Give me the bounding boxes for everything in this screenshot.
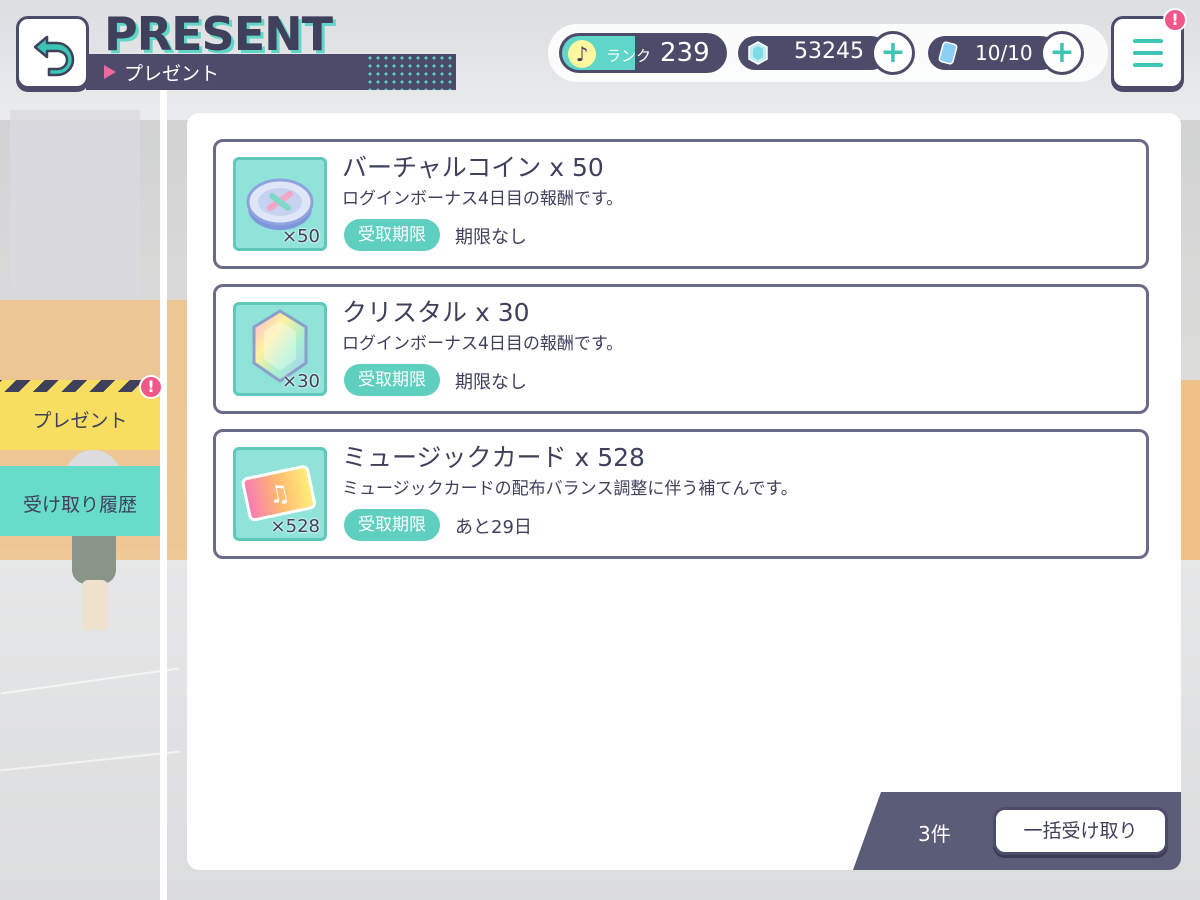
item-name: ミュージックカード x 528 [342, 443, 645, 472]
item-description: ミュージックカードの配布バランス調整に伴う補てんです。 [342, 479, 798, 499]
tab-history[interactable]: 受け取り履歴 [0, 466, 160, 536]
expiry-badge: 受取期限 [344, 509, 440, 541]
expiry-badge: 受取期限 [344, 364, 440, 396]
triangle-icon [104, 65, 116, 79]
live-bonus-icon [938, 41, 958, 65]
menu-alert-badge: ! [1163, 8, 1187, 32]
item-thumbnail: ×30 [233, 302, 327, 396]
tab-present[interactable]: プレゼント [0, 380, 160, 450]
item-thumbnail: ×50 [233, 157, 327, 251]
item-thumbnail: ♫ ×528 [233, 447, 327, 541]
item-description: ログインボーナス4日目の報酬です。 [342, 334, 624, 354]
stamina-counter: 10/10 [928, 36, 1058, 70]
present-count: 3件 [918, 822, 951, 846]
expiry-value: あと29日 [455, 517, 532, 538]
present-item[interactable]: ×50 バーチャルコイン x 50 ログインボーナス4日目の報酬です。 受取期限… [213, 139, 1149, 269]
tab-history-label: 受け取り履歴 [22, 494, 137, 516]
present-item[interactable]: ×30 クリスタル x 30 ログインボーナス4日目の報酬です。 受取期限 期限… [213, 284, 1149, 414]
music-note-icon: ♪ [568, 40, 596, 68]
item-quantity: ×30 [282, 371, 320, 392]
add-crystal-button[interactable]: + [871, 31, 915, 75]
add-stamina-button[interactable]: + [1040, 31, 1084, 75]
item-name: バーチャルコイン x 50 [342, 153, 604, 182]
present-alert-badge: ! [139, 375, 163, 399]
page-subtitle: プレゼント [124, 63, 220, 85]
crystal-icon [748, 41, 768, 65]
crystal-counter: 53245 [738, 36, 888, 70]
stamina-count: 10/10 [975, 41, 1033, 65]
rank-label: ランク [606, 47, 652, 65]
item-description: ログインボーナス4日目の報酬です。 [342, 189, 624, 209]
menu-icon [1133, 39, 1163, 43]
rank-indicator: ♪ ランク 239 [559, 33, 727, 73]
expiry-value: 期限なし [455, 227, 527, 248]
page-subtitle-band: プレゼント [86, 54, 456, 90]
expiry-badge: 受取期限 [344, 219, 440, 251]
left-divider [160, 88, 167, 900]
item-quantity: ×528 [270, 516, 320, 537]
item-quantity: ×50 [282, 226, 320, 247]
tab-present-label: プレゼント [32, 410, 128, 432]
receive-all-button[interactable]: 一括受け取り [993, 807, 1168, 855]
present-item[interactable]: ♫ ×528 ミュージックカード x 528 ミュージックカードの配布バランス調… [213, 429, 1149, 559]
crystal-count: 53245 [794, 39, 864, 64]
back-arrow-icon [33, 35, 74, 76]
back-button[interactable] [16, 16, 89, 89]
expiry-value: 期限なし [455, 372, 527, 393]
rank-value: 239 [660, 38, 710, 68]
page-title: PRESENT [104, 7, 333, 61]
item-name: クリスタル x 30 [342, 298, 530, 327]
